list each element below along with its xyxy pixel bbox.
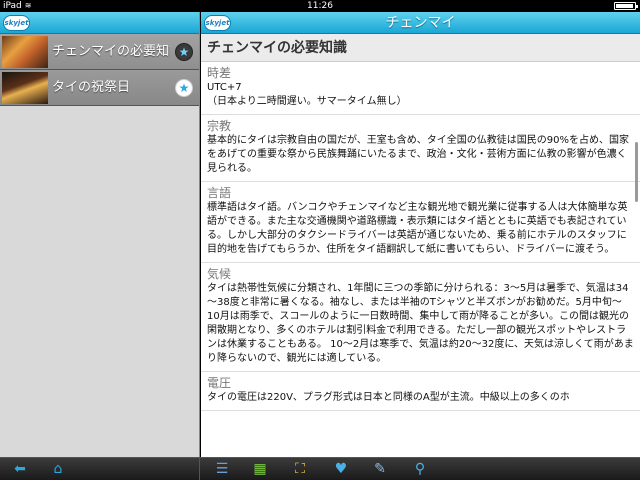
section-body: 基本的にタイは宗教自由の国だが、王室も含め、タイ全国の仏教徒は国民の90%を占め… — [207, 135, 630, 174]
section-body: タイは熱帯性気候に分類され、1年間に三つの季節に分けられる：3～5月は暑季で、気… — [207, 283, 634, 364]
sidebar: skyjet チェンマイの必要知識 ★ タイの祝祭日 ★ — [0, 12, 200, 457]
notes-icon[interactable]: ✎ — [370, 460, 390, 478]
home-icon[interactable]: ⌂ — [48, 460, 68, 478]
section-heading: 気候 — [207, 267, 232, 281]
section-heading: 宗教 — [207, 119, 232, 133]
section-heading: 時差 — [207, 66, 232, 80]
section-body: UTC+7 （日本より二時間遅い。サマータイム無し） — [207, 82, 407, 107]
status-bar: iPad ≋ 11:26 — [0, 0, 640, 12]
list-icon[interactable]: ☰ — [212, 460, 232, 478]
page-header-title: チェンマイ — [385, 15, 456, 31]
battery-icon — [614, 2, 638, 10]
detail-header: skyjet チェンマイ — [201, 12, 640, 34]
section-voltage: 電圧 タイの電圧は220V、プラグ形式は日本と同様のA型が主流。中級以上の多くの… — [201, 372, 640, 411]
section-body: タイの電圧は220V、プラグ形式は日本と同様のA型が主流。中級以上の多くのホ — [207, 392, 570, 403]
detail-pane: skyjet チェンマイ チェンマイの必要知識 時差 UTC+7 （日本より二時… — [201, 12, 640, 457]
map-icon[interactable]: ⛶ — [290, 460, 310, 478]
search-icon[interactable]: ⚲ — [410, 460, 430, 478]
status-time: 11:26 — [307, 1, 333, 11]
toolbar-left: ⬅ ⌂ — [0, 458, 200, 480]
temple-photo-thumbnail — [2, 36, 48, 68]
sidebar-header: skyjet — [0, 12, 199, 34]
sidebar-item-thai-holidays[interactable]: タイの祝祭日 ★ — [0, 70, 199, 106]
section-climate: 気候 タイは熱帯性気候に分類され、1年間に三つの季節に分けられる：3～5月は暑季… — [201, 263, 640, 372]
section-body: 標準語はタイ語。バンコクやチェンマイなど主な観光地で観光業に従事する人は大体簡単… — [207, 202, 628, 255]
sidebar-item-chiangmai-info[interactable]: チェンマイの必要知識 ★ — [0, 34, 199, 70]
grid-icon[interactable]: ▦ — [250, 460, 270, 478]
scrollbar[interactable] — [635, 142, 638, 202]
app-logo: skyjet — [3, 15, 30, 31]
star-icon[interactable]: ★ — [175, 79, 193, 97]
favorite-heart-icon[interactable]: ♥ — [331, 460, 351, 478]
back-arrow-icon[interactable]: ⬅ — [10, 460, 30, 478]
section-heading: 電圧 — [207, 376, 232, 390]
section-religion: 宗教 基本的にタイは宗教自由の国だが、王室も含め、タイ全国の仏教徒は国民の90%… — [201, 115, 640, 182]
festival-photo-thumbnail — [2, 72, 48, 104]
section-heading: 言語 — [207, 186, 232, 200]
bottom-toolbar: ⬅ ⌂ ☰ ▦ ⛶ ♥ ✎ ⚲ — [0, 457, 640, 480]
sidebar-item-label: チェンマイの必要知識 — [52, 44, 170, 59]
page-title: チェンマイの必要知識 — [201, 34, 640, 62]
sidebar-item-label: タイの祝祭日 — [52, 80, 131, 95]
section-time-difference: 時差 UTC+7 （日本より二時間遅い。サマータイム無し） — [201, 62, 640, 115]
section-language: 言語 標準語はタイ語。バンコクやチェンマイなど主な観光地で観光業に従事する人は大… — [201, 182, 640, 263]
star-icon[interactable]: ★ — [175, 43, 193, 61]
